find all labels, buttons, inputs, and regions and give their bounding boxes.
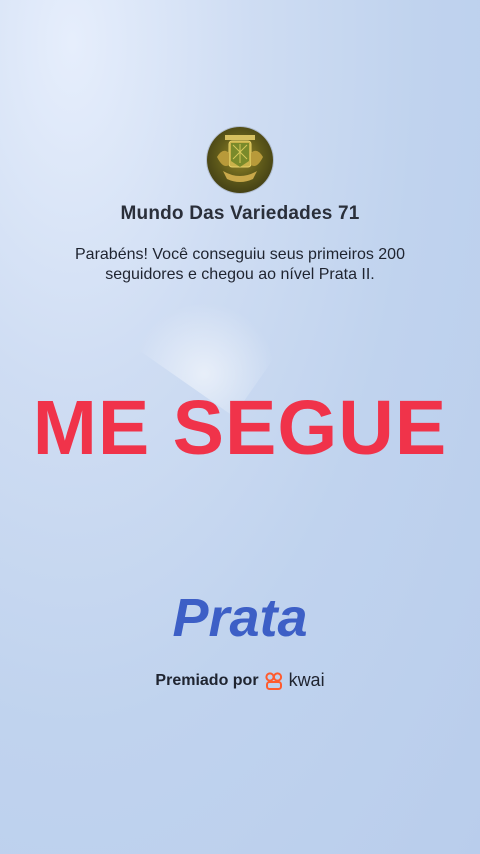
brand-name: kwai	[288, 670, 325, 690]
kwai-logo-icon	[264, 671, 282, 690]
coat-of-arms-icon	[217, 135, 263, 182]
awarded-by: Premiado por kwai	[0, 670, 480, 691]
level-name: Prata	[172, 588, 308, 648]
headline-text: ME SEGUE	[32, 385, 448, 471]
awarded-label: Premiado por	[155, 671, 259, 689]
congrats-message: Parabéns! Você conseguiu seus primeiros …	[75, 246, 405, 283]
avatar	[207, 127, 273, 193]
profile-name: Mundo Das Variedades 71	[120, 203, 360, 224]
